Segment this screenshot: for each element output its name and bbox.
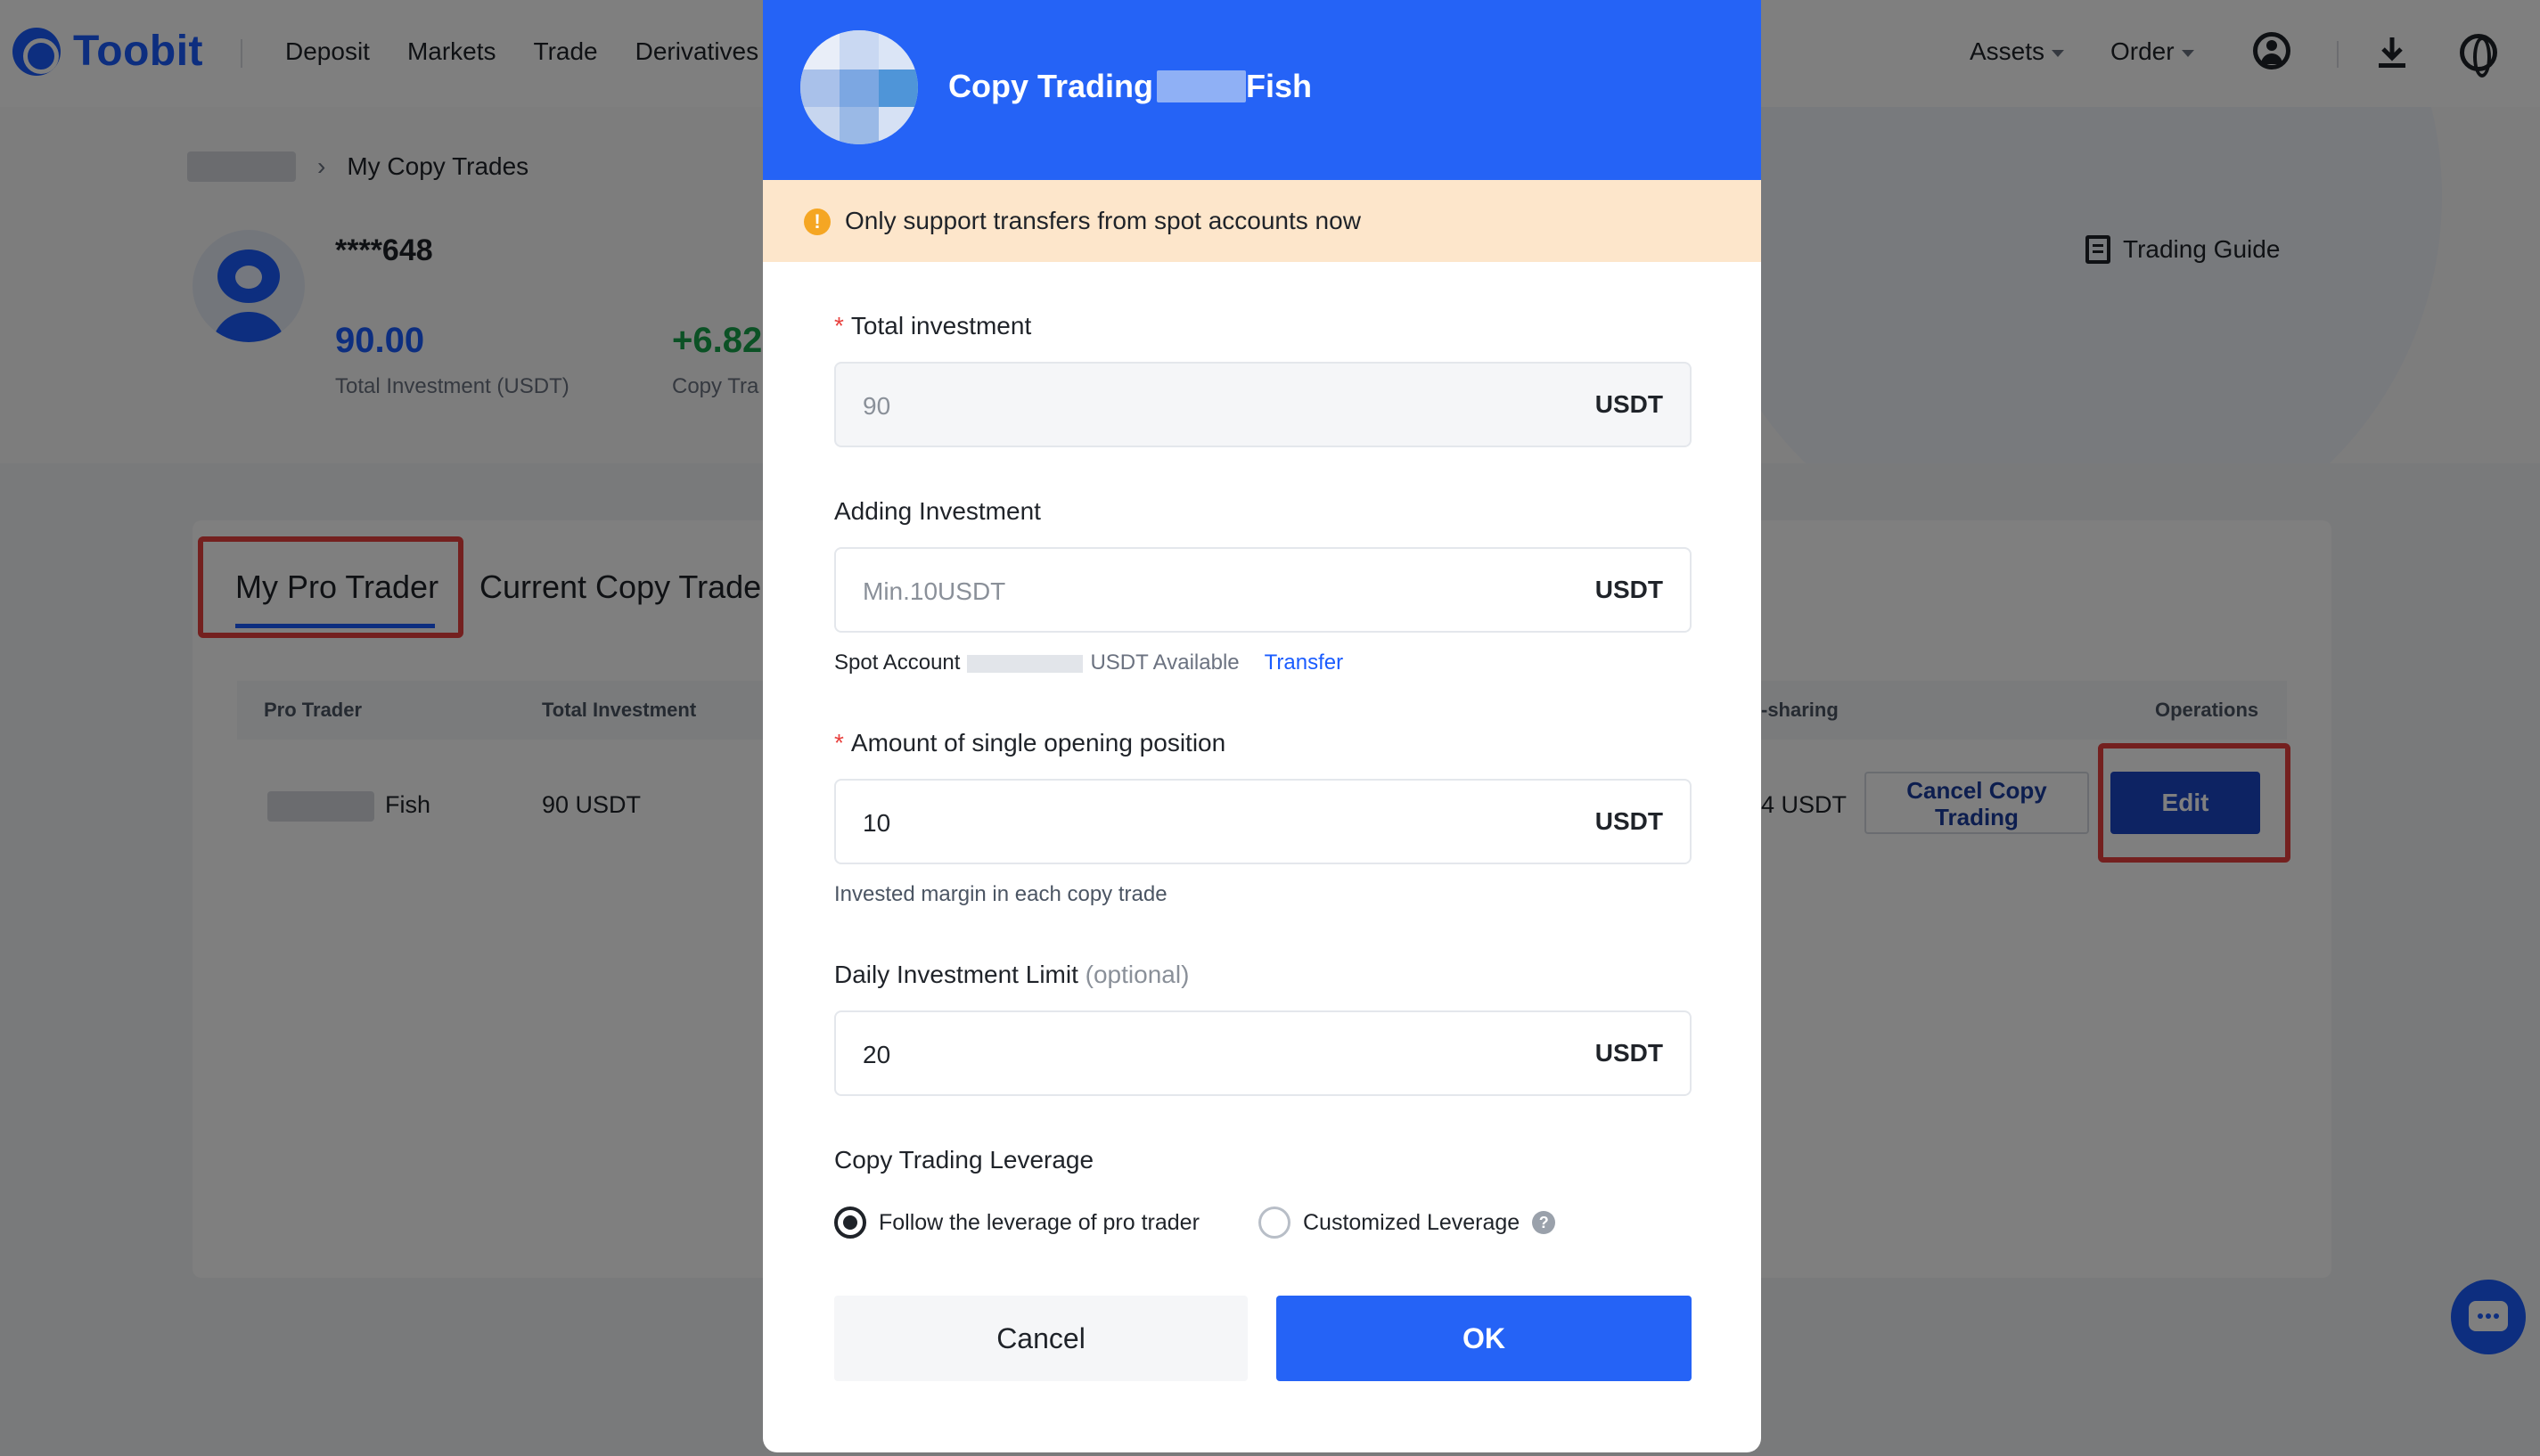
modal-header: Copy Trading Fish <box>763 0 1761 180</box>
modal-title-prefix: Copy Trading <box>948 68 1154 104</box>
total-investment-field: 90 USDT <box>834 362 1692 447</box>
radio-selected-icon <box>834 1207 866 1239</box>
required-asterisk: * <box>834 312 844 339</box>
adding-investment-label: Adding Investment <box>834 497 1041 525</box>
single-position-label: * Amount of single opening position <box>834 729 1225 757</box>
warning-text: Only support transfers from spot account… <box>845 207 1361 234</box>
spot-account-label: Spot Account <box>834 650 961 675</box>
radio-customized-leverage[interactable]: Customized Leverage ? <box>1258 1207 1556 1239</box>
warning-icon: ! <box>804 209 831 235</box>
spot-balance-redacted <box>967 654 1084 673</box>
adding-investment-placeholder: Min.10USDT <box>863 577 1006 605</box>
single-position-hint: Invested margin in each copy trade <box>834 882 1168 906</box>
cancel-button[interactable]: Cancel <box>834 1296 1248 1381</box>
single-position-unit: USDT <box>1594 807 1663 835</box>
daily-limit-value: 20 <box>863 1041 891 1068</box>
ok-button[interactable]: OK <box>1276 1296 1692 1381</box>
spot-available-text: USDT Available <box>1090 650 1240 675</box>
modal-title-suffix: Fish <box>1246 68 1313 104</box>
adding-investment-unit: USDT <box>1594 576 1663 603</box>
required-asterisk: * <box>834 729 844 757</box>
help-icon[interactable]: ? <box>1532 1211 1556 1234</box>
copy-trading-modal: Copy Trading Fish ! Only support transfe… <box>763 0 1761 1452</box>
radio-follow-label: Follow the leverage of pro trader <box>879 1209 1200 1235</box>
single-position-value: 10 <box>863 809 891 837</box>
radio-unselected-icon <box>1258 1207 1290 1239</box>
daily-limit-unit: USDT <box>1594 1039 1663 1067</box>
daily-limit-label: Daily Investment Limit (optional) <box>834 961 1189 989</box>
single-position-label-text: Amount of single opening position <box>850 729 1226 757</box>
daily-limit-label-text: Daily Investment Limit <box>834 961 1078 988</box>
total-investment-label: * Total investment <box>834 312 1031 340</box>
total-investment-unit: USDT <box>1594 390 1663 418</box>
radio-follow-leverage[interactable]: Follow the leverage of pro trader <box>834 1207 1200 1239</box>
total-investment-label-text: Total investment <box>850 312 1032 339</box>
total-investment-value: 90 <box>863 392 891 420</box>
modal-title: Copy Trading Fish <box>948 68 1312 105</box>
trader-name-redacted <box>1157 70 1247 102</box>
daily-limit-field[interactable]: 20 USDT <box>834 1010 1692 1096</box>
optional-tag: (optional) <box>1085 961 1190 988</box>
trader-avatar-pixelated <box>800 30 918 144</box>
transfer-warning-banner: ! Only support transfers from spot accou… <box>763 180 1761 262</box>
radio-custom-label: Customized Leverage <box>1303 1209 1520 1235</box>
spot-account-line: Spot Account USDT Available Transfer <box>834 650 1343 675</box>
single-position-field[interactable]: 10 USDT <box>834 779 1692 864</box>
leverage-label: Copy Trading Leverage <box>834 1146 1094 1174</box>
transfer-link[interactable]: Transfer <box>1265 650 1343 675</box>
adding-investment-field[interactable]: Min.10USDT USDT <box>834 547 1692 633</box>
